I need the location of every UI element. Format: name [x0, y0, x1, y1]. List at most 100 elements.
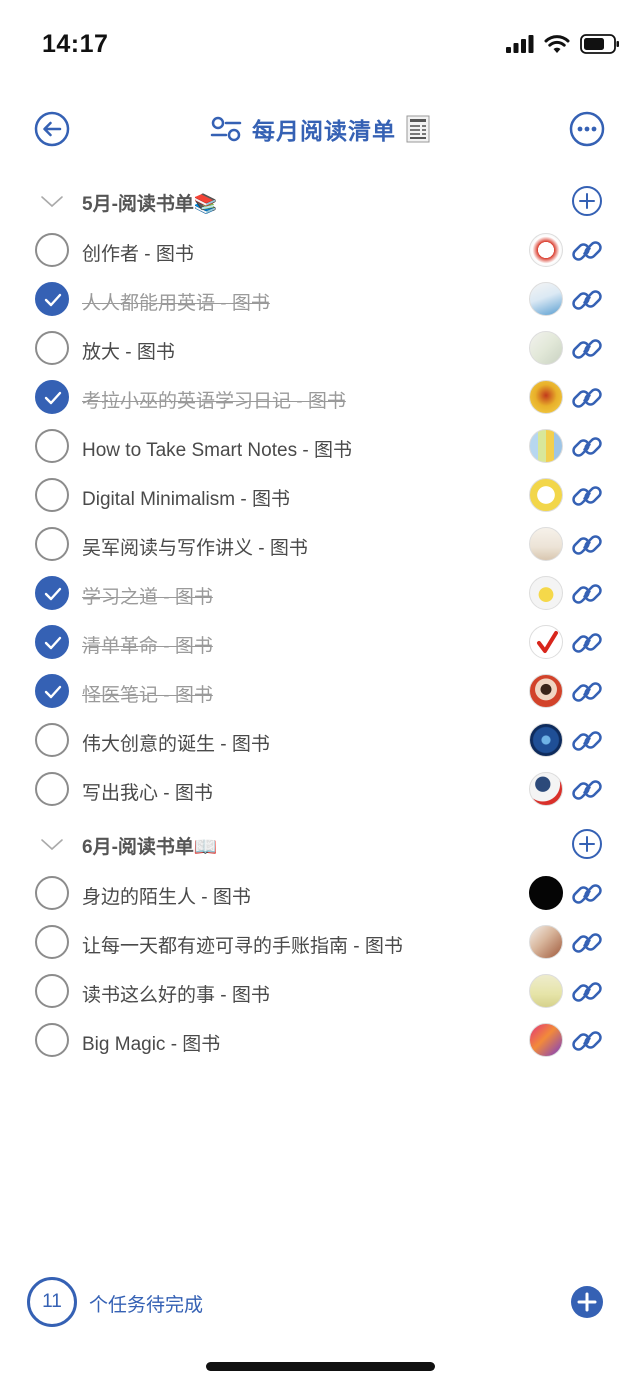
task-checkbox-checked[interactable] — [35, 674, 69, 708]
book-cover-thumbnail[interactable] — [529, 772, 563, 806]
task-title: 伟大创意的诞生 - 图书 — [82, 734, 270, 755]
task-checkbox-checked[interactable] — [35, 625, 69, 659]
task-row[interactable]: 吴军阅读与写作讲义 - 图书 — [0, 520, 640, 569]
book-cover-thumbnail[interactable] — [529, 876, 563, 910]
task-row[interactable]: 读书这么好的事 - 图书 — [0, 967, 640, 1016]
link-icon[interactable] — [570, 975, 604, 1009]
task-title: 让每一天都有迹可寻的手账指南 - 图书 — [82, 936, 403, 957]
add-task-button[interactable] — [571, 828, 603, 860]
book-cover-thumbnail[interactable] — [529, 429, 563, 463]
link-icon[interactable] — [570, 877, 604, 911]
task-checkbox[interactable] — [35, 331, 69, 365]
task-row[interactable]: 让每一天都有迹可寻的手账指南 - 图书 — [0, 918, 640, 967]
page-title: 每月阅读清单 — [252, 118, 396, 144]
nav-bar: 每月阅读清单 — [0, 100, 640, 158]
task-row[interactable]: 伟大创意的诞生 - 图书 — [0, 716, 640, 765]
task-row[interactable]: Big Magic - 图书 — [0, 1016, 640, 1065]
link-icon[interactable] — [570, 773, 604, 807]
chevron-down-icon[interactable] — [40, 836, 64, 852]
task-checkbox[interactable] — [35, 974, 69, 1008]
link-icon[interactable] — [570, 626, 604, 660]
task-checkbox[interactable] — [35, 772, 69, 806]
home-indicator[interactable] — [206, 1362, 435, 1371]
chevron-down-icon[interactable] — [40, 193, 64, 209]
task-title: 读书这么好的事 - 图书 — [82, 985, 270, 1006]
receipt-icon — [406, 115, 430, 143]
task-row[interactable]: 身边的陌生人 - 图书 — [0, 869, 640, 918]
link-icon[interactable] — [570, 926, 604, 960]
link-icon[interactable] — [570, 577, 604, 611]
checkmark-icon — [44, 391, 62, 405]
red-check-cover-icon — [537, 631, 558, 653]
task-checkbox[interactable] — [35, 429, 69, 463]
task-checkbox[interactable] — [35, 527, 69, 561]
task-title: 清单革命 - 图书 — [82, 636, 213, 657]
pending-count-label: 个任务待完成 — [89, 1295, 204, 1316]
link-icon[interactable] — [570, 724, 604, 758]
book-cover-thumbnail[interactable] — [529, 723, 563, 757]
link-icon[interactable] — [570, 430, 604, 464]
book-cover-thumbnail[interactable] — [529, 282, 563, 316]
add-task-fab[interactable] — [570, 1285, 604, 1319]
task-row[interactable]: 人人都能用英语 - 图书 — [0, 275, 640, 324]
task-row[interactable]: How to Take Smart Notes - 图书 — [0, 422, 640, 471]
task-checkbox[interactable] — [35, 876, 69, 910]
task-title: 怪医笔记 - 图书 — [82, 685, 213, 706]
task-title: 创作者 - 图书 — [82, 244, 194, 265]
task-row[interactable]: 放大 - 图书 — [0, 324, 640, 373]
book-cover-thumbnail[interactable] — [529, 527, 563, 561]
task-row[interactable]: 写出我心 - 图书 — [0, 765, 640, 814]
book-cover-thumbnail[interactable] — [529, 1023, 563, 1057]
task-checkbox[interactable] — [35, 233, 69, 267]
section-header-june[interactable]: 6月-阅读书单📖 — [0, 824, 640, 864]
list-title-group[interactable]: 每月阅读清单 — [0, 112, 640, 146]
footer-bar: 11 个任务待完成 — [0, 1275, 640, 1329]
task-title: 学习之道 - 图书 — [82, 587, 213, 608]
task-checkbox[interactable] — [35, 1023, 69, 1057]
list-settings-icon — [210, 116, 242, 142]
book-cover-thumbnail[interactable] — [529, 576, 563, 610]
book-cover-thumbnail[interactable] — [529, 674, 563, 708]
task-title: Digital Minimalism - 图书 — [82, 489, 290, 510]
cellular-signal-icon — [506, 35, 534, 53]
task-row[interactable]: 创作者 - 图书 — [0, 226, 640, 275]
more-options-button[interactable] — [569, 111, 605, 147]
task-row[interactable]: 清单革命 - 图书 — [0, 618, 640, 667]
checkmark-icon — [44, 685, 62, 699]
task-checkbox-checked[interactable] — [35, 282, 69, 316]
add-task-button[interactable] — [571, 185, 603, 217]
task-row[interactable]: Digital Minimalism - 图书 — [0, 471, 640, 520]
task-row[interactable]: 学习之道 - 图书 — [0, 569, 640, 618]
status-bar: 14:17 — [0, 0, 640, 90]
link-icon[interactable] — [570, 381, 604, 415]
link-icon[interactable] — [570, 234, 604, 268]
link-icon[interactable] — [570, 1024, 604, 1058]
task-row[interactable]: 怪医笔记 - 图书 — [0, 667, 640, 716]
section-title: 6月-阅读书单📖 — [82, 837, 218, 858]
task-title: 人人都能用英语 - 图书 — [82, 293, 270, 314]
task-title: 吴军阅读与写作讲义 - 图书 — [82, 538, 308, 559]
book-cover-thumbnail[interactable] — [529, 478, 563, 512]
book-cover-thumbnail[interactable] — [529, 331, 563, 365]
task-title: 放大 - 图书 — [82, 342, 175, 363]
checkmark-icon — [44, 293, 62, 307]
task-checkbox[interactable] — [35, 925, 69, 959]
book-cover-thumbnail[interactable] — [529, 233, 563, 267]
pending-count-badge[interactable]: 11 — [27, 1277, 77, 1327]
task-title: 写出我心 - 图书 — [82, 783, 213, 804]
section-header-may[interactable]: 5月-阅读书单📚 — [0, 181, 640, 221]
task-checkbox[interactable] — [35, 723, 69, 757]
book-cover-thumbnail[interactable] — [529, 974, 563, 1008]
task-checkbox-checked[interactable] — [35, 380, 69, 414]
task-checkbox-checked[interactable] — [35, 576, 69, 610]
task-row[interactable]: 考拉小巫的英语学习日记 - 图书 — [0, 373, 640, 422]
book-cover-thumbnail[interactable] — [529, 625, 563, 659]
link-icon[interactable] — [570, 675, 604, 709]
link-icon[interactable] — [570, 283, 604, 317]
link-icon[interactable] — [570, 479, 604, 513]
book-cover-thumbnail[interactable] — [529, 380, 563, 414]
book-cover-thumbnail[interactable] — [529, 925, 563, 959]
link-icon[interactable] — [570, 332, 604, 366]
task-checkbox[interactable] — [35, 478, 69, 512]
link-icon[interactable] — [570, 528, 604, 562]
